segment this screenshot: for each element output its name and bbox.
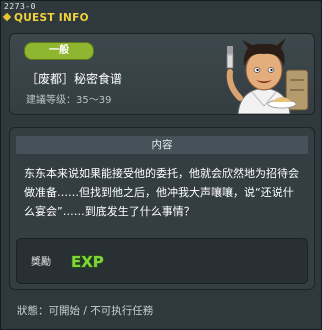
quest-id: 2273-0 [4,2,36,11]
quest-summary-card: 一般 ［废都］秘密食谱 建議等级：35～39 [9,33,315,115]
diamond-icon [2,12,12,22]
content-header: 内容 [16,136,308,154]
quest-name: ［废都］秘密食谱 [26,72,123,86]
exp-text: EXP [71,253,104,271]
quest-status: 狀態：可開始 / 不可执行任務 [17,305,154,317]
quest-content-card: 内容 东东本来说如果能接受他的委托，他就会欣然地为招待会做准备……但找到他之后，… [9,127,315,290]
exp-icon[interactable]: EXP [69,245,109,275]
quest-info-window: 2273-0 QUEST INFO 一般 ［废都］秘密食谱 建議等级：35～39 [0,0,322,330]
reward-box: 獎勵 EXP [16,238,308,284]
quest-type-badge: 一般 [24,42,94,60]
quest-level: 建議等级：35～39 [26,95,112,106]
npc-portrait-icon [226,38,309,114]
reward-label: 獎勵 [31,257,51,268]
window-title: QUEST INFO [14,12,89,24]
quest-description: 东东本来说如果能接受他的委托，他就会欣然地为招待会做准备……但找到他之后，他冲我… [24,167,299,218]
title-bar[interactable]: 2273-0 QUEST INFO [1,1,321,31]
